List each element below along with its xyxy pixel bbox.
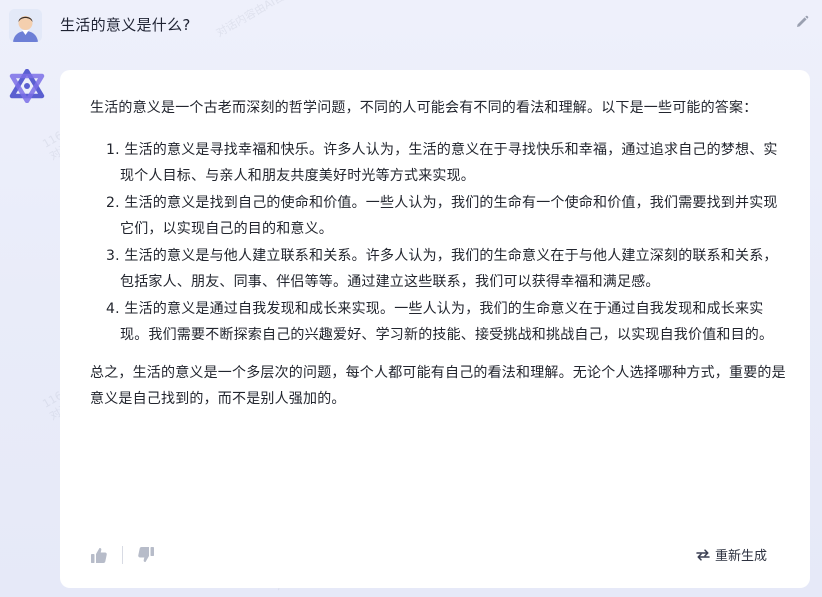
pencil-icon[interactable] [794,14,810,30]
feedback-bar [90,544,155,566]
thumbs-up-icon[interactable] [90,546,108,564]
regenerate-button[interactable]: 重新生成 [695,545,767,564]
answer-intro: 生活的意义是一个古老而深刻的哲学问题，不同的人可能会有不同的看法和理解。以下是一… [90,100,758,116]
answer-summary: 总之，生活的意义是一个多层次的问题，每个人都可能有自己的看法和理解。无论个人选择… [90,365,786,407]
bot-logo-icon [9,68,45,104]
user-question: 生活的意义是什么? [60,16,191,34]
thumbs-down-icon[interactable] [137,546,155,564]
answer-list-item: 3. 生活的意义是与他人建立联系和关系。许多人认为，我们的生命意义在于与他人建立… [106,248,778,290]
user-message-row: 生活的意义是什么? [0,0,822,60]
answer-list-item: 1. 生活的意义是寻找幸福和快乐。许多人认为，生活的意义在于寻找快乐和幸福，通过… [106,142,778,184]
answer-list-item: 4. 生活的意义是通过自我发现和成长来实现。一些人认为，我们的生命意义在于通过自… [106,301,774,343]
refresh-icon [696,548,710,561]
answer-list-item: 2. 生活的意义是找到自己的使命和价值。一些人认为，我们的生命有一个使命和价值，… [106,195,778,237]
answer-body: 生活的意义是一个古老而深刻的哲学问题，不同的人可能会有不同的看法和理解。以下是一… [90,95,790,412]
answer-card: 生活的意义是一个古老而深刻的哲学问题，不同的人可能会有不同的看法和理解。以下是一… [60,70,810,588]
regenerate-label: 重新生成 [714,549,767,564]
user-avatar [9,9,42,42]
divider [122,546,123,564]
